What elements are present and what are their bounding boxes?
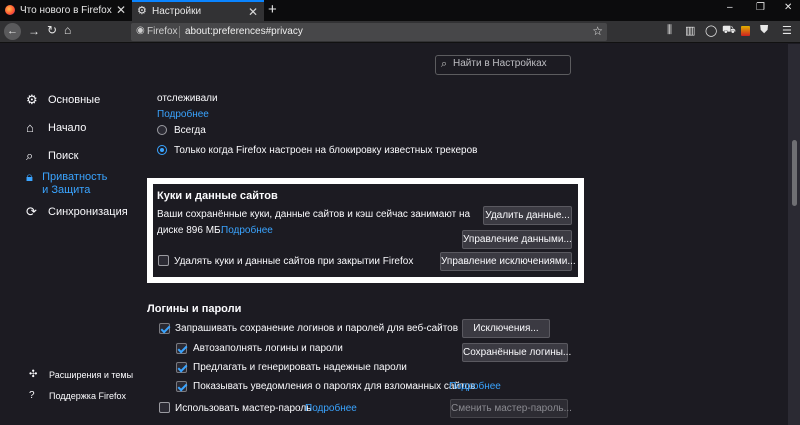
sidebar-item-sync[interactable]: ⟳ Синхронизация (26, 205, 146, 219)
sidebar-item-general[interactable]: ⚙ Основные (26, 93, 146, 107)
tab-title: Настройки (152, 6, 202, 17)
tracking-learn-more-link[interactable]: Подробнее (157, 109, 209, 120)
cookies-heading: Куки и данные сайтов (157, 190, 278, 202)
ask-save-label: Запрашивать сохранение логинов и паролей… (175, 323, 459, 334)
extension-icon[interactable] (741, 26, 750, 36)
radio-always-label: Всегда (174, 125, 206, 136)
sidebar-item-home[interactable]: ⌂ Начало (26, 121, 146, 135)
tab-title: Что нового в Firefox (20, 5, 112, 16)
reload-button[interactable]: ↻ (47, 23, 57, 37)
ask-save-checkbox[interactable] (159, 323, 170, 334)
change-master-password-button[interactable]: Сменить мастер-пароль... (450, 399, 572, 418)
breach-learn-more-link[interactable]: Подробнее (449, 381, 501, 392)
manage-exceptions-button[interactable]: Управление исключениями... (440, 252, 576, 271)
help-icon: ? (29, 390, 35, 401)
firefox-logo-icon (5, 5, 15, 15)
gear-icon: ⚙ (137, 5, 147, 17)
bookmark-star-icon[interactable]: ☆ (592, 24, 603, 38)
radio-only-when-blocking[interactable] (157, 145, 167, 155)
sidebar-item-label: Поддержка Firefox (49, 391, 126, 401)
home-icon: ⌂ (26, 120, 34, 135)
cookies-description-line1: Ваши сохранённые куки, данные сайтов и к… (157, 209, 471, 220)
search-icon: ⌕ (26, 148, 34, 163)
url-bar[interactable]: ◉ Firefox about:preferences#privacy ☆ (131, 23, 607, 41)
tracking-text: отслеживали (157, 93, 218, 104)
cookies-learn-more-link[interactable]: Подробнее (221, 225, 273, 236)
manage-data-button[interactable]: Управление данными... (462, 230, 572, 249)
identity-label: Firefox (147, 26, 178, 37)
breach-alerts-label: Показывать уведомления о паролях для взл… (193, 381, 476, 392)
suggest-passwords-label: Предлагать и генерировать надежные парол… (193, 362, 407, 373)
breach-alerts-checkbox[interactable] (176, 381, 187, 392)
forward-button[interactable]: → (28, 24, 40, 38)
close-tab-icon[interactable]: ✕ (248, 5, 258, 19)
sync-icon: ⟳ (26, 204, 37, 219)
navigation-toolbar: ← → ↻ ⌂ ◉ Firefox about:preferences#priv… (0, 21, 800, 43)
firefox-identity-icon: ◉ (136, 25, 145, 36)
radio-only-label: Только когда Firefox настроен на блокиро… (174, 145, 478, 156)
sidebar-item-support[interactable]: ? Поддержка Firefox (29, 389, 149, 403)
sidebar-item-label: Расширения и темы (49, 370, 134, 380)
sidebar-item-search[interactable]: ⌕ Поиск (26, 149, 146, 163)
tab-strip: Что нового в Firefox ✕ ⚙ Настройки ✕ + –… (0, 0, 800, 21)
logins-exceptions-button[interactable]: Исключения... (462, 319, 550, 338)
url-separator (179, 26, 180, 38)
scrollbar-thumb[interactable] (792, 140, 797, 206)
delete-on-close-checkbox[interactable] (158, 255, 169, 266)
sidebar-item-addons[interactable]: ✣ Расширения и темы (29, 368, 149, 382)
search-icon: ⌕ (441, 58, 448, 70)
maximize-button[interactable]: ❐ (756, 2, 765, 13)
sidebar-item-label: Основные (48, 94, 101, 106)
sidebars-icon[interactable]: ▥ (685, 24, 695, 37)
sidebar-item-label: Поиск (48, 150, 79, 162)
library-icon[interactable]: ⫼ (667, 24, 672, 37)
master-password-checkbox[interactable] (159, 402, 170, 413)
minimize-button[interactable]: – (727, 2, 733, 13)
cart-icon[interactable]: ⛟ (722, 24, 736, 38)
cookies-section: Куки и данные сайтов Ваши сохранённые ку… (153, 184, 578, 277)
lock-icon: 🔒︎ (26, 169, 33, 184)
back-button[interactable]: ← (4, 23, 21, 40)
autofill-checkbox[interactable] (176, 343, 187, 354)
close-tab-icon[interactable]: ✕ (116, 3, 126, 17)
close-window-button[interactable]: ✕ (784, 2, 792, 13)
tab-settings[interactable]: ⚙ Настройки ✕ (132, 0, 264, 21)
tab-whats-new[interactable]: Что нового в Firefox ✕ (0, 0, 132, 21)
suggest-passwords-checkbox[interactable] (176, 362, 187, 373)
shield-icon[interactable]: ⛊ (760, 24, 768, 37)
page-scrollbar[interactable] (788, 44, 800, 425)
sidebar-item-privacy[interactable]: 🔒︎ Приватность и Защита (26, 170, 116, 197)
master-password-label: Использовать мастер-пароль (175, 403, 312, 414)
autofill-label: Автозаполнять логины и пароли (193, 343, 343, 354)
gear-icon: ⚙ (26, 92, 38, 107)
radio-always[interactable] (157, 125, 167, 135)
delete-on-close-label: Удалять куки и данные сайтов при закрыти… (174, 256, 414, 267)
url-text[interactable]: about:preferences#privacy (185, 26, 303, 37)
sidebar-item-label: Приватность и Защита (42, 171, 108, 196)
logins-heading: Логины и пароли (147, 303, 242, 315)
saved-logins-button[interactable]: Сохранённые логины... (462, 343, 571, 362)
sidebar-item-label: Начало (48, 122, 87, 134)
cookies-description-line2: диске 896 МБ. (157, 225, 224, 236)
account-icon[interactable]: ◯ (705, 24, 717, 37)
clear-data-button[interactable]: Удалить данные... (483, 206, 572, 225)
home-button[interactable]: ⌂ (64, 23, 71, 37)
menu-icon[interactable]: ☰ (782, 24, 792, 37)
master-password-learn-more-link[interactable]: Подробнее (305, 403, 357, 414)
settings-search[interactable]: ⌕ (435, 55, 571, 75)
new-tab-button[interactable]: + (268, 1, 277, 18)
puzzle-icon: ✣ (29, 369, 38, 380)
sidebar-item-label: Синхронизация (48, 206, 128, 218)
preferences-page: ⌕ ⚙ Основные ⌂ Начало ⌕ Поиск 🔒︎ Приватн… (0, 44, 800, 425)
search-input[interactable] (453, 58, 567, 69)
